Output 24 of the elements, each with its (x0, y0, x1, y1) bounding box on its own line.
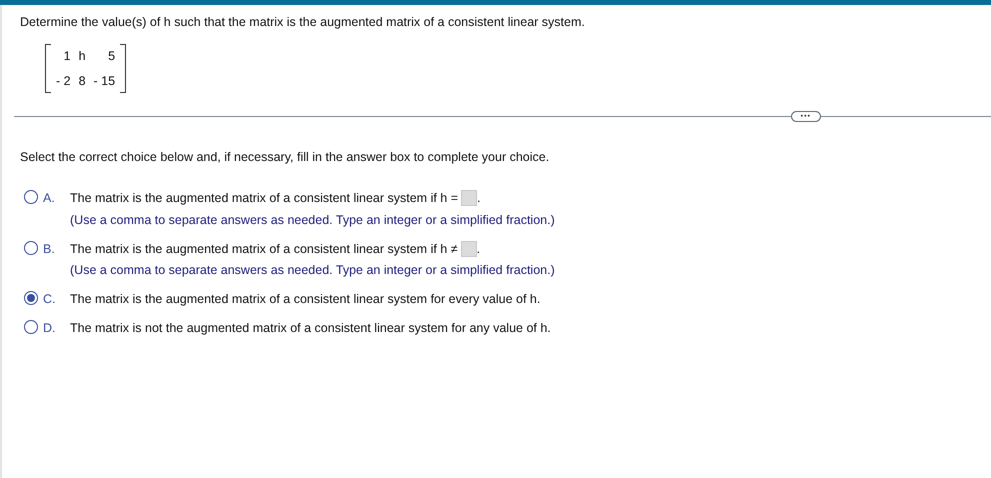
choice-letter: B. (43, 240, 56, 258)
hint-text: (Use a comma to separate answers as needed. Type an integer or a simplified fraction.) (70, 212, 555, 229)
choice-text: The matrix is the augmented matrix of a consistent linear system if h ≠ (70, 240, 458, 258)
choice-letter: C. (43, 291, 56, 308)
radio-button[interactable] (24, 291, 38, 305)
matrix-entry: 8 (78, 72, 86, 90)
hint-text: (Use a comma to separate answers as needed. Type an integer or a simplified fraction.) (70, 262, 555, 280)
choice-letter: D. (43, 320, 56, 337)
matrix-entry: 5 (107, 48, 116, 65)
period-text: . (477, 190, 480, 207)
instruction-text: Select the correct choice below and, if necessary, fill in the answer box to complete your choice. (20, 149, 550, 166)
radio-button[interactable] (24, 240, 38, 254)
period-text: . (476, 240, 480, 258)
matrix-entry: h (78, 48, 86, 65)
choice-text: The matrix is the augmented matrix of a consistent linear system for every value of h. (70, 291, 540, 308)
question-text: Determine the value(s) of h such that the matrix is the augmented matrix of a consistent linear system. (20, 14, 586, 31)
matrix-entry: 1 (62, 48, 71, 65)
radio-button[interactable] (24, 190, 38, 204)
choice-text: The matrix is the augmented matrix of a consistent linear system if h = (70, 190, 458, 207)
choice-text: The matrix is not the augmented matrix of a consistent linear system for any value of h. (70, 320, 551, 337)
matrix-entry: - 15 (94, 72, 116, 90)
choice-letter: A. (43, 190, 56, 207)
radio-button[interactable] (24, 320, 38, 334)
matrix-entry: - 2 (56, 72, 71, 90)
